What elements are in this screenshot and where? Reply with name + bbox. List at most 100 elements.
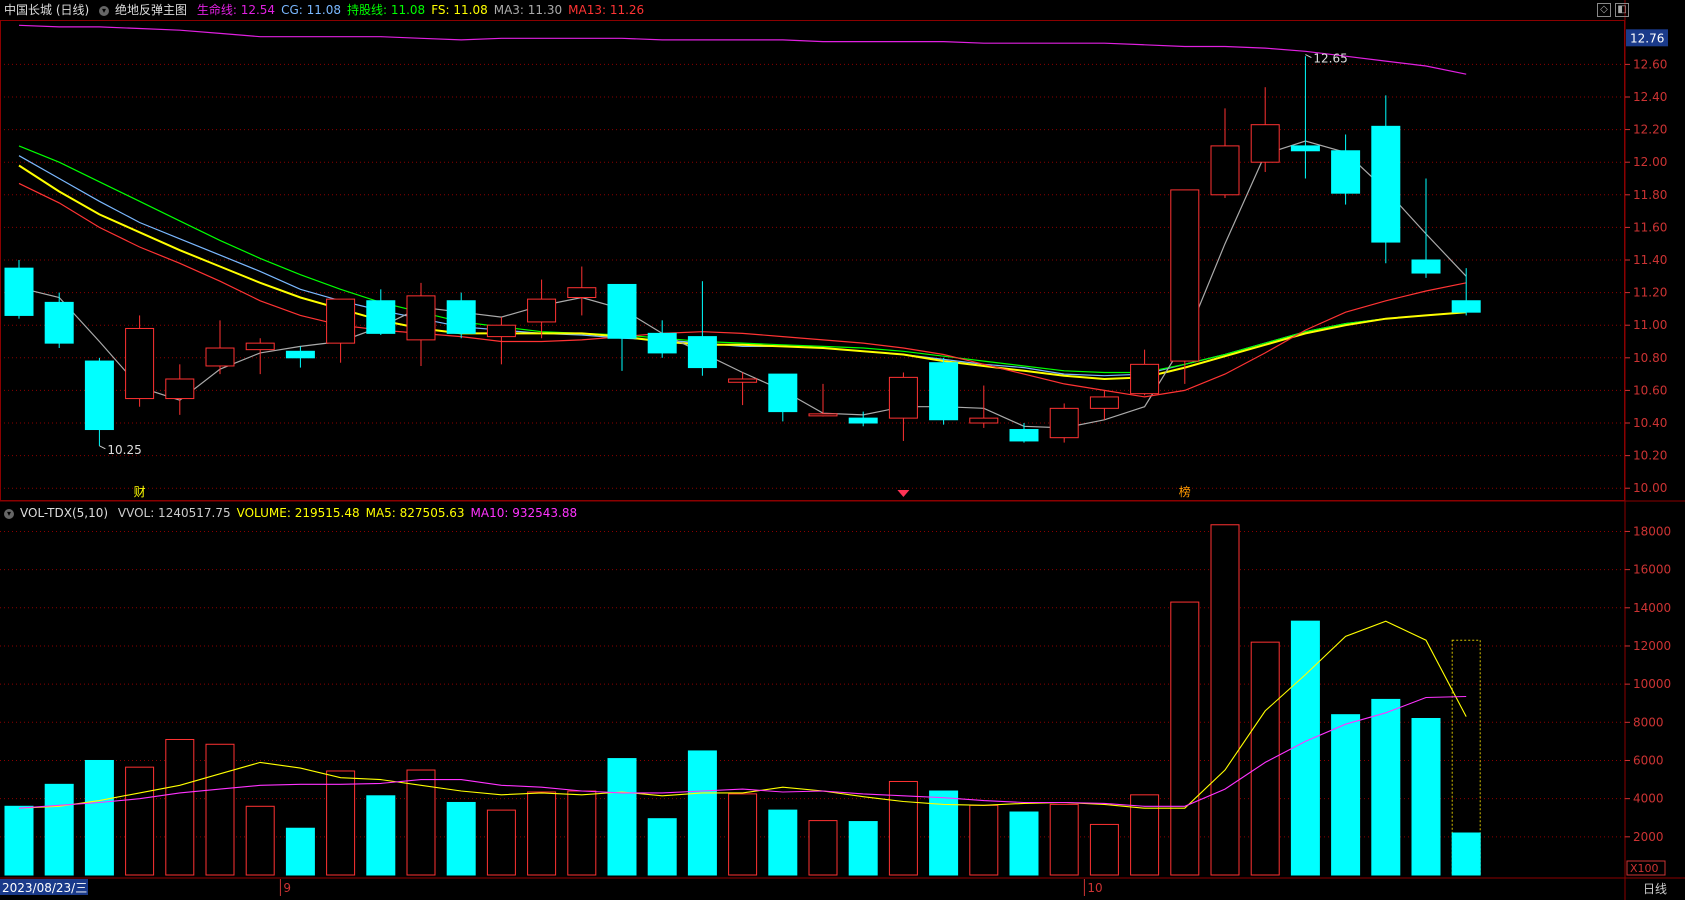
series-line-生命线: [18, 24, 1467, 75]
candle: [527, 279, 557, 339]
candle: [687, 281, 717, 376]
series-line-持股线: [18, 145, 1467, 374]
candle: [406, 282, 436, 366]
current-price-label: 12.76: [1630, 31, 1664, 45]
candle: [165, 364, 195, 415]
candle-body: [1170, 189, 1200, 362]
candle-body: [285, 350, 315, 359]
volume-tick-label: 4000: [1633, 792, 1664, 806]
candle-body: [567, 287, 597, 298]
volume-bar: [647, 818, 677, 876]
candle-body: [44, 301, 74, 344]
volume-bar: [1411, 717, 1441, 876]
candle-body: [1371, 125, 1401, 243]
volume-bars: [4, 524, 1481, 876]
date-label: 2023/08/23/三: [2, 881, 87, 895]
candle-body: [1049, 407, 1079, 439]
stock-chart[interactable]: 10.00 10.20 10.40 10.60 10.80 11.00 11.20 11.40…: [0, 0, 1685, 900]
volume-bar: [728, 793, 758, 876]
candle-body: [165, 378, 195, 400]
candle: [326, 298, 356, 363]
candle-body: [4, 267, 34, 316]
candle: [1290, 56, 1320, 179]
indicator-value-item: 生命线: 12.54: [196, 3, 276, 17]
volume-axis: 2000 4000 6000 8000 10000 12000 14000 16000 1800…: [1625, 524, 1671, 876]
annotations: 10.25 12.65 财 榜: [99, 52, 1348, 499]
candle: [44, 292, 74, 349]
price-axis: 10.00 10.20 10.40 10.60 10.80 11.00 11.20 11.40…: [1625, 29, 1668, 495]
candle: [1089, 390, 1119, 420]
volume-bar: [808, 820, 838, 876]
candle-body: [1411, 259, 1441, 274]
candle-body: [406, 295, 436, 341]
volume-ma-lines: [18, 620, 1467, 809]
time-axis: 2023/08/23/三 9 10 日线: [0, 879, 1667, 896]
candle: [285, 346, 315, 368]
annotation-pointer: [1305, 54, 1312, 59]
candle: [567, 266, 597, 316]
volume-bar: [44, 783, 74, 876]
volume-tick-label: 6000: [1633, 753, 1664, 767]
candle-body: [1089, 396, 1119, 409]
price-tick-label: 10.00: [1633, 481, 1667, 495]
annotation-pointer: [99, 445, 106, 450]
candle-body: [1331, 150, 1361, 194]
month-label: 10: [1087, 881, 1102, 895]
indicator-name[interactable]: 绝地反弹主图: [115, 3, 187, 17]
candle: [205, 320, 235, 375]
price-tick-label: 12.40: [1633, 90, 1667, 104]
volume-bar: [285, 827, 315, 876]
volume-indicator-name[interactable]: VOL-TDX(5,10): [20, 506, 108, 520]
volume-unit-label: X100: [1630, 862, 1659, 875]
candle-body: [607, 283, 637, 339]
candle-body: [1210, 145, 1240, 196]
volume-bar: [1009, 811, 1039, 876]
candle-body: [888, 376, 918, 419]
candle-body: [205, 347, 235, 367]
volume-value-item: MA5: 827505.63: [365, 506, 465, 520]
volume-bar: [1371, 698, 1401, 876]
indicator-value-item: MA3: 11.30: [493, 3, 563, 17]
candle: [1411, 178, 1441, 278]
period-label: 日线: [1643, 882, 1667, 896]
volume-bar: [84, 759, 114, 876]
volume-bar: [607, 758, 637, 876]
volume-bar: [205, 743, 235, 876]
volume-tick-label: 18000: [1633, 524, 1671, 538]
indicator-value-item: 持股线: 11.08: [346, 3, 426, 17]
candle-body: [366, 300, 396, 334]
price-tick-label: 11.00: [1633, 318, 1667, 332]
candle: [1009, 423, 1039, 443]
volume-ma10-line: [18, 695, 1467, 809]
panel-toggle-icon[interactable]: ◧: [1615, 3, 1629, 17]
price-tick-label: 12.00: [1633, 155, 1667, 169]
indicator-value-item: CG: 11.08: [281, 3, 341, 17]
volume-bar: [1210, 524, 1240, 876]
volume-bar: [125, 766, 155, 876]
volume-tick-label: 8000: [1633, 715, 1664, 729]
volume-value-item: MA10: 932543.88: [470, 506, 578, 520]
volume-bar: [1089, 823, 1119, 876]
volume-tick-label: 2000: [1633, 830, 1664, 844]
candle: [1210, 108, 1240, 199]
candle-body: [929, 362, 959, 421]
volume-bar: [326, 770, 356, 876]
candle: [969, 385, 999, 428]
volume-bar: [245, 805, 275, 876]
volume-tick-label: 12000: [1633, 639, 1671, 653]
candle-body: [1290, 145, 1320, 152]
price-tick-label: 11.20: [1633, 286, 1667, 300]
volume-indicator-menu-icon[interactable]: ▾: [4, 508, 14, 519]
volume-chart-header: ▾ VOL-TDX(5,10) VVOL: 1240517.75 VOLUME: 2…: [4, 503, 589, 523]
stock-title[interactable]: 中国长城 (日线): [4, 3, 89, 17]
volume-bar: [446, 801, 476, 876]
candle-body: [527, 298, 557, 323]
indicator-menu-icon[interactable]: ▾: [99, 5, 110, 16]
diamond-toggle-icon[interactable]: ◇: [1597, 3, 1611, 17]
indicator-value-item: MA13: 11.26: [568, 3, 645, 17]
candle-body: [687, 336, 717, 369]
volume-bar: [768, 809, 798, 876]
candle: [1371, 95, 1401, 264]
candle: [848, 411, 878, 427]
price-tick-label: 12.20: [1633, 123, 1667, 137]
